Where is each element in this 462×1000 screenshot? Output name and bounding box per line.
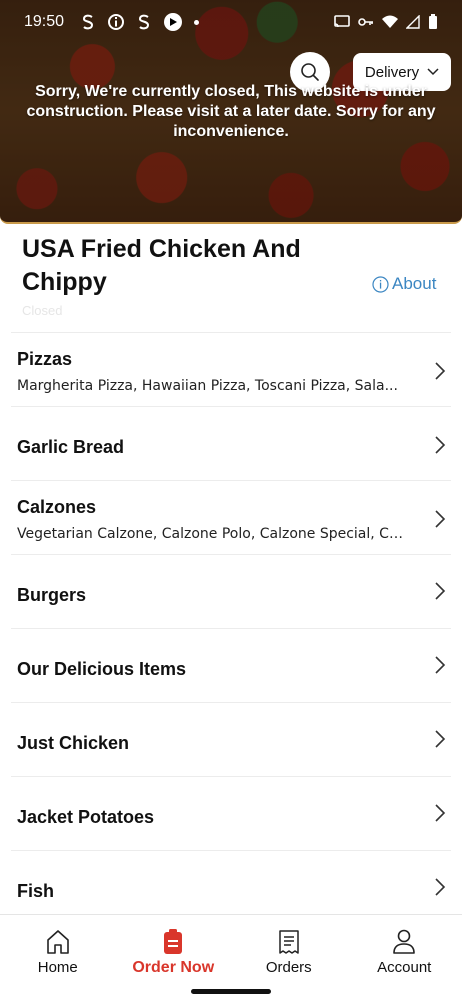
category-title: Garlic Bread <box>17 437 125 457</box>
cast-icon <box>334 15 350 28</box>
category-our-delicious-items[interactable]: Our Delicious Items <box>11 628 451 702</box>
category-just-chicken[interactable]: Just Chicken <box>11 702 451 776</box>
nav-orders[interactable]: Orders <box>231 915 347 1000</box>
category-title: Calzones <box>17 497 97 517</box>
category-jacket-potatoes[interactable]: Jacket Potatoes <box>11 776 451 850</box>
chevron-right-icon <box>435 656 446 674</box>
delivery-mode-label: Delivery <box>364 63 420 81</box>
receipt-icon <box>279 930 299 954</box>
category-list: Pizzas Margherita Pizza, Hawaiian Pizza,… <box>0 332 462 924</box>
signal-icon <box>406 15 420 29</box>
category-burgers[interactable]: Burgers <box>11 554 451 628</box>
category-title: Jacket Potatoes <box>17 807 155 827</box>
user-icon <box>393 929 416 954</box>
category-subtitle: Vegetarian Calzone, Calzone Polo, Calzon… <box>17 526 409 542</box>
chevron-down-icon <box>427 68 439 76</box>
category-title: Fish <box>17 881 55 901</box>
nav-home[interactable]: Home <box>0 915 116 1000</box>
status-tag: Closed <box>22 303 63 318</box>
category-subtitle: Margherita Pizza, Hawaiian Pizza, Toscan… <box>17 378 398 394</box>
chevron-right-icon <box>435 510 446 528</box>
search-icon <box>301 63 319 81</box>
nav-account[interactable]: Account <box>347 915 462 1000</box>
vpn-key-icon <box>358 18 373 26</box>
category-title: Just Chicken <box>17 733 130 753</box>
nav-account-label: Account <box>377 959 432 976</box>
category-title: Burgers <box>17 585 87 605</box>
nav-order-now[interactable]: Order Now <box>116 915 232 1000</box>
closed-message: Sorry, We're currently closed, This webs… <box>26 83 436 140</box>
app-s-icon <box>80 14 96 30</box>
chevron-right-icon <box>435 582 446 600</box>
nav-order-now-label: Order Now <box>132 959 215 976</box>
home-icon <box>46 930 69 954</box>
nav-home-label: Home <box>37 959 78 976</box>
play-icon <box>164 13 183 31</box>
chevron-right-icon <box>435 804 446 822</box>
category-calzones[interactable]: Calzones Vegetarian Calzone, Calzone Pol… <box>11 480 451 554</box>
home-indicator[interactable] <box>191 989 271 994</box>
about-link[interactable]: About <box>372 274 436 294</box>
category-title: Pizzas <box>17 349 73 369</box>
category-pizzas[interactable]: Pizzas Margherita Pizza, Hawaiian Pizza,… <box>11 332 451 406</box>
info-icon <box>372 275 389 293</box>
status-time: 19:50 <box>24 13 65 30</box>
about-label: About <box>392 274 437 293</box>
notification-dot-icon <box>194 19 200 25</box>
chevron-right-icon <box>435 730 446 748</box>
order-icon <box>164 929 183 954</box>
info-icon <box>108 14 125 30</box>
status-bar: 19:50 <box>0 0 462 44</box>
category-garlic-bread[interactable]: Garlic Bread <box>11 406 451 480</box>
wifi-icon <box>382 15 398 28</box>
battery-icon <box>429 14 437 29</box>
nav-orders-label: Orders <box>265 959 312 976</box>
bottom-nav: Home Order Now Orders Account <box>0 914 462 1000</box>
chevron-right-icon <box>435 362 446 380</box>
app-s-icon-2 <box>136 14 152 30</box>
category-title: Our Delicious Items <box>17 659 187 679</box>
chevron-right-icon <box>435 878 446 896</box>
category-fish[interactable]: Fish <box>11 850 451 924</box>
chevron-right-icon <box>435 436 446 454</box>
restaurant-name: USA Fried Chicken And Chippy <box>22 235 301 296</box>
